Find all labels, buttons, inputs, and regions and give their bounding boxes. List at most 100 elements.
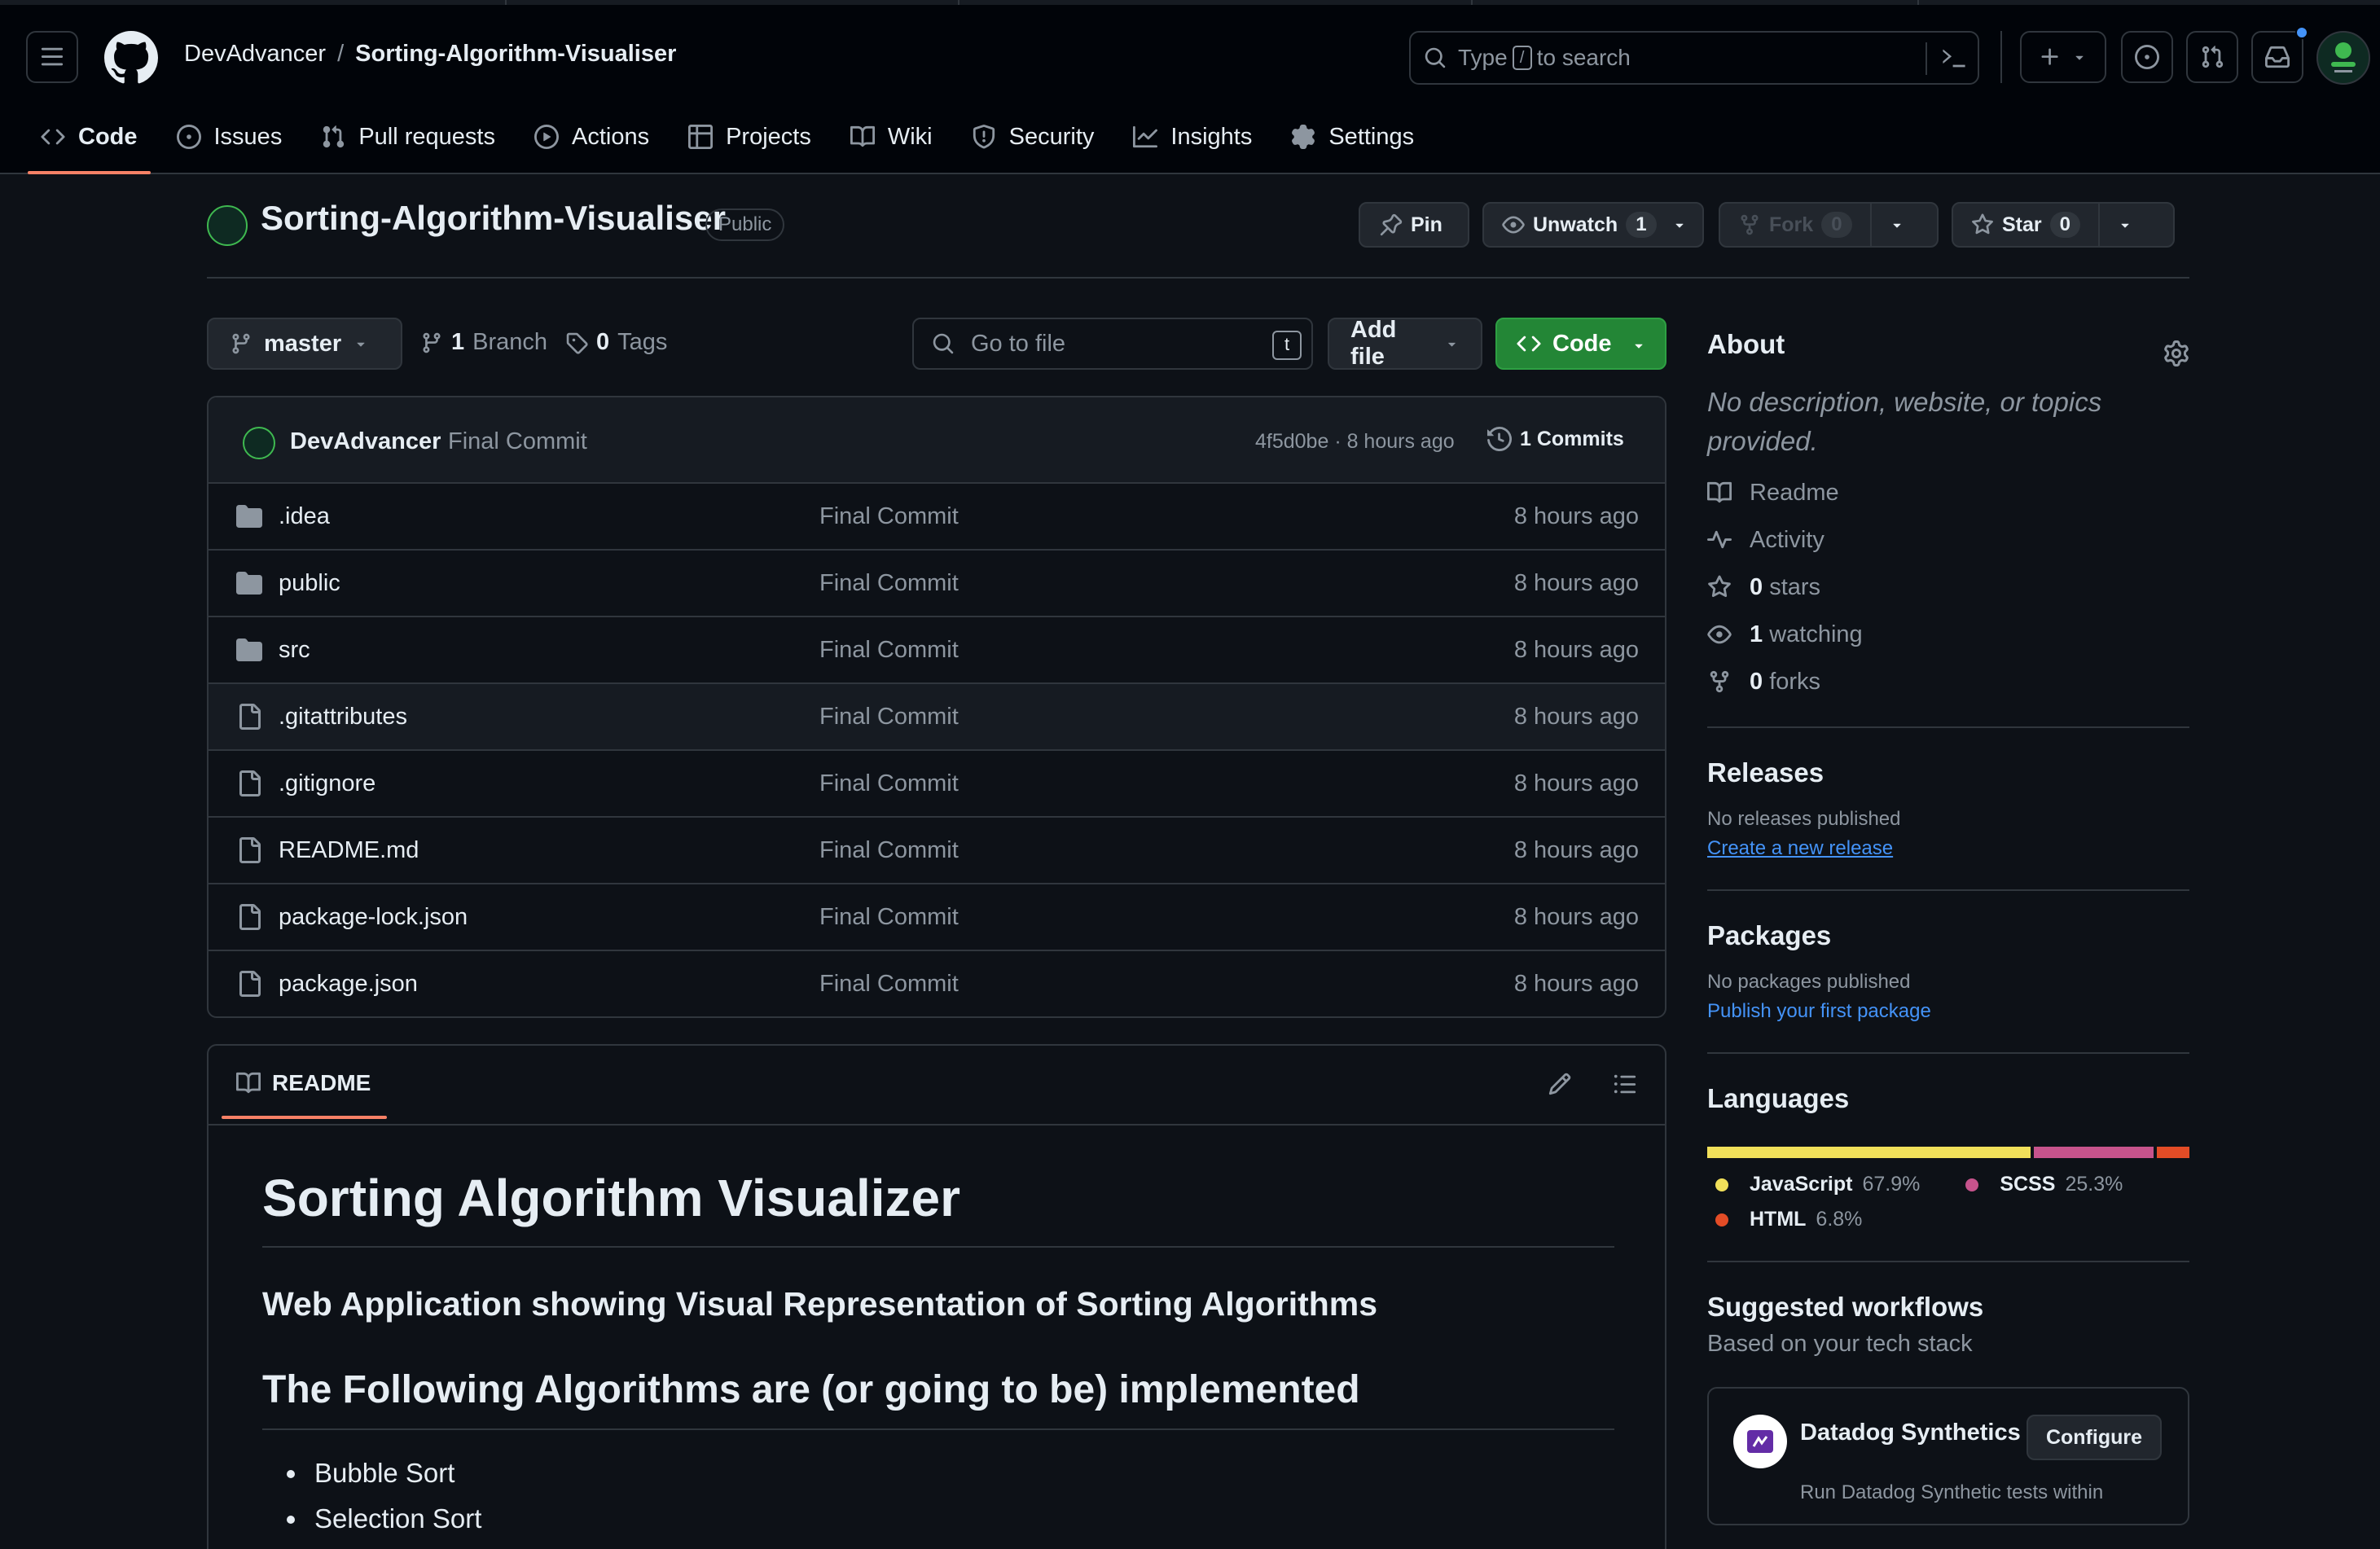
about-item-label: forks <box>1769 668 1821 695</box>
triangle-down-icon <box>2121 223 2129 228</box>
issues-button[interactable] <box>2121 31 2173 83</box>
file-name[interactable]: .gitattributes <box>279 704 407 731</box>
commit-author-avatar[interactable] <box>243 427 275 459</box>
file-commit-message[interactable]: Final Commit <box>819 503 959 530</box>
code-button[interactable]: Code <box>1495 318 1666 370</box>
repo-owner-avatar[interactable] <box>207 205 248 246</box>
tab-pull-requests[interactable]: Pull requests <box>306 112 510 161</box>
pull-requests-button[interactable] <box>2186 31 2238 83</box>
readme-tab[interactable]: README <box>221 1070 388 1119</box>
fork-dropdown[interactable] <box>1869 204 1922 246</box>
pencil-icon[interactable] <box>1548 1072 1572 1096</box>
readme-tab-label: README <box>272 1070 371 1095</box>
add-file-button[interactable]: Add file <box>1328 317 1482 370</box>
file-commit-message[interactable]: Final Commit <box>819 570 959 597</box>
table-row[interactable]: package-lock.json Final Commit 8 hours ago <box>209 884 1665 951</box>
fork-button[interactable]: Fork 0 <box>1719 202 1939 248</box>
file-commit-message[interactable]: Final Commit <box>819 971 959 998</box>
user-avatar[interactable] <box>2316 31 2370 85</box>
tag-count: 0 <box>596 329 610 355</box>
tab-wiki[interactable]: Wiki <box>836 112 947 161</box>
notifications-button[interactable] <box>2251 26 2308 83</box>
file-commit-message[interactable]: Final Commit <box>819 704 959 731</box>
issue-opened-icon <box>176 125 201 149</box>
file-commit-message[interactable]: Final Commit <box>819 837 959 864</box>
go-to-file-input[interactable]: Go to file t <box>912 318 1313 370</box>
star-dropdown[interactable] <box>2098 204 2150 246</box>
readme-header: README <box>209 1046 1665 1126</box>
language-item[interactable]: SCSS 25.3% <box>1965 1173 2123 1196</box>
about-item-activity[interactable]: Activity <box>1707 524 2189 555</box>
tags-link[interactable]: 0 Tags <box>565 329 667 356</box>
star-label: Star <box>2002 213 2042 236</box>
language-item[interactable]: HTML 6.8% <box>1715 1208 1862 1231</box>
pin-icon <box>1380 213 1403 236</box>
table-row[interactable]: .gitattributes Final Commit 8 hours ago <box>209 684 1665 751</box>
table-row[interactable]: README.md Final Commit 8 hours ago <box>209 818 1665 884</box>
configure-button[interactable]: Configure <box>2026 1415 2162 1460</box>
command-palette-icon[interactable] <box>1942 47 1966 72</box>
publish-package-link[interactable]: Publish your first package <box>1707 1000 2189 1023</box>
about-item-stars[interactable]: 0 stars <box>1707 572 2189 603</box>
file-name[interactable]: .idea <box>279 503 330 530</box>
tab-insights[interactable]: Insights <box>1118 112 1267 161</box>
commit-author[interactable]: DevAdvancer <box>290 428 441 455</box>
commits-link[interactable]: 1 Commits <box>1487 427 1624 451</box>
pin-button[interactable]: Pin <box>1359 202 1469 248</box>
file-name[interactable]: README.md <box>279 837 419 864</box>
packages-heading[interactable]: Packages <box>1707 920 2189 951</box>
language-item[interactable]: JavaScript 67.9% <box>1715 1173 1920 1196</box>
create-release-link[interactable]: Create a new release <box>1707 837 2189 860</box>
file-commit-message[interactable]: Final Commit <box>819 637 959 664</box>
table-row[interactable]: src Final Commit 8 hours ago <box>209 617 1665 684</box>
visibility-badge: Public <box>705 208 785 241</box>
file-name[interactable]: .gitignore <box>279 770 375 797</box>
about-item-watching[interactable]: 1 watching <box>1707 619 2189 650</box>
datadog-logo-icon <box>1733 1415 1787 1468</box>
file-name[interactable]: package.json <box>279 971 418 998</box>
table-row[interactable]: public Final Commit 8 hours ago <box>209 551 1665 617</box>
file-commit-message[interactable]: Final Commit <box>819 904 959 931</box>
hamburger-icon <box>41 47 64 66</box>
file-name[interactable]: public <box>279 570 340 597</box>
about-item-forks[interactable]: 0 forks <box>1707 666 2189 697</box>
about-item-readme[interactable]: Readme <box>1707 477 2189 508</box>
tab-code[interactable]: Code <box>26 112 152 174</box>
create-new-button[interactable] <box>2020 31 2106 83</box>
tab-issues[interactable]: Issues <box>162 112 297 161</box>
tab-actions[interactable]: Actions <box>520 112 664 161</box>
repo-forked-icon <box>1741 214 1759 235</box>
tag-count-label: Tags <box>617 329 668 355</box>
gear-icon[interactable] <box>2163 340 2189 366</box>
breadcrumb-owner[interactable]: DevAdvancer <box>184 41 326 68</box>
browser-tab-strip <box>0 0 2380 5</box>
star-button[interactable]: Star 0 <box>1952 202 2175 248</box>
tab-security[interactable]: Security <box>957 112 1109 161</box>
shield-icon <box>972 125 996 149</box>
file-name[interactable]: src <box>279 637 310 664</box>
commit-hash-time[interactable]: 4f5d0be · 8 hours ago <box>1255 430 1455 454</box>
workflow-card: Datadog Synthetics Configure Run Datadog… <box>1707 1387 2189 1525</box>
github-logo[interactable] <box>104 31 158 85</box>
file-commit-time: 8 hours ago <box>1513 837 1639 863</box>
table-row[interactable]: .gitignore Final Commit 8 hours ago <box>209 751 1665 818</box>
table-row[interactable]: .idea Final Commit 8 hours ago <box>209 484 1665 551</box>
unwatch-button[interactable]: Unwatch 1 <box>1482 202 1704 248</box>
search-input[interactable]: Type / to search <box>1409 31 1979 85</box>
file-name[interactable]: package-lock.json <box>279 904 468 931</box>
tab-settings[interactable]: Settings <box>1276 112 1429 161</box>
page-scrollbar[interactable] <box>2373 174 2380 1549</box>
list-unordered-icon[interactable] <box>1613 1072 1637 1096</box>
menu-button[interactable] <box>26 31 78 83</box>
tab-projects[interactable]: Projects <box>674 112 826 161</box>
book-icon <box>1707 480 1732 505</box>
commit-message[interactable]: Final Commit <box>448 428 587 455</box>
triangle-down-icon <box>357 342 365 347</box>
branch-select-button[interactable]: master <box>207 318 402 370</box>
branches-link[interactable]: 1 Branch <box>420 329 547 356</box>
releases-heading[interactable]: Releases <box>1707 757 2189 788</box>
table-row[interactable]: package.json Final Commit 8 hours ago <box>209 951 1665 1016</box>
file-commit-message[interactable]: Final Commit <box>819 770 959 797</box>
breadcrumb-repo[interactable]: Sorting-Algorithm-Visualiser <box>355 41 676 68</box>
repo-title[interactable]: Sorting-Algorithm-Visualiser <box>261 199 726 238</box>
